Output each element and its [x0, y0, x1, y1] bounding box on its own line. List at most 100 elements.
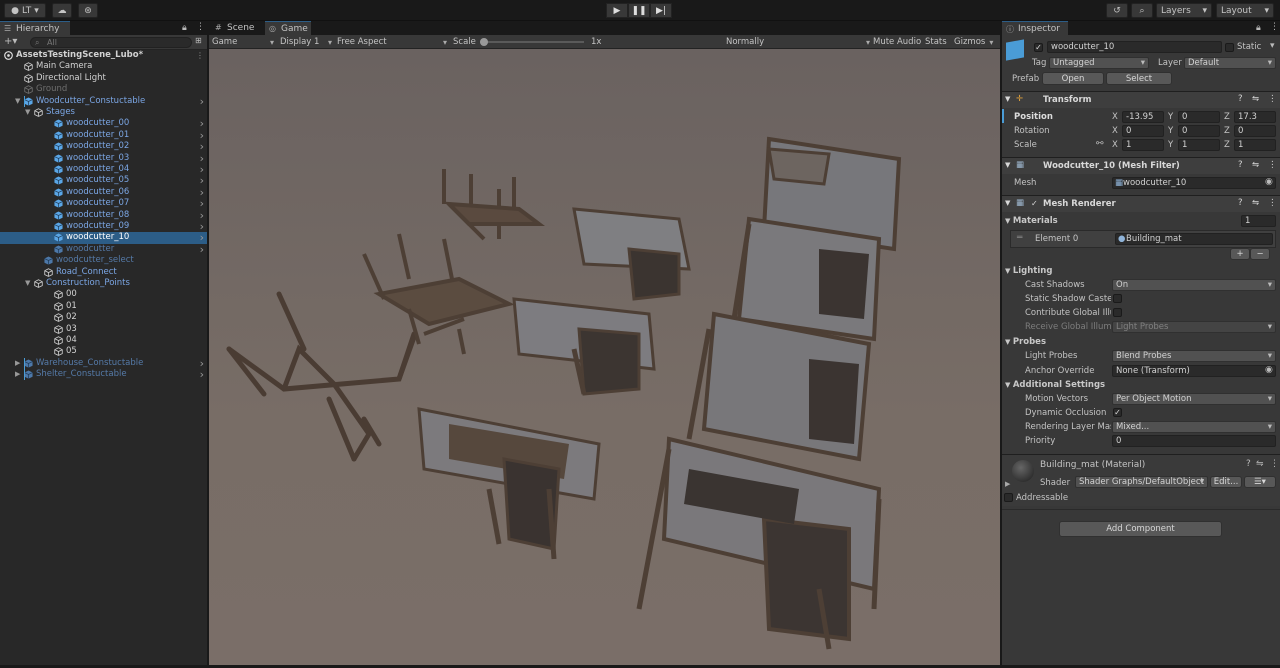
addressable-checkbox[interactable] [1004, 493, 1013, 502]
tab-hierarchy[interactable]: ☰ Hierarchy [0, 21, 70, 35]
constrain-proportions-icon[interactable]: ⚯ [1096, 139, 1104, 149]
transform-header[interactable]: ▼ ✛ Transform ? ⇋ ⋮ [1002, 91, 1280, 108]
display-dropdown[interactable]: Display 1 [280, 35, 332, 49]
hierarchy-row[interactable]: 04 [0, 335, 207, 346]
hierarchy-row[interactable]: woodcutter› [0, 244, 207, 255]
open-prefab-arrow-icon[interactable]: › [200, 141, 204, 152]
hierarchy-row[interactable]: 02 [0, 312, 207, 323]
lock-icon[interactable]: 🔒︎ [1256, 23, 1261, 33]
add-element-button[interactable]: + [1230, 248, 1250, 260]
hierarchy-row[interactable]: woodcutter_07› [0, 198, 207, 209]
rot-y-field[interactable]: 0 [1178, 125, 1220, 137]
hierarchy-row[interactable]: woodcutter_select [0, 255, 207, 266]
help-icon[interactable]: ? [1238, 94, 1243, 104]
open-prefab-arrow-icon[interactable]: › [200, 96, 204, 107]
layout-dropdown[interactable]: Layout ▾ [1216, 3, 1274, 18]
object-name-input[interactable]: woodcutter_10 [1047, 41, 1222, 53]
preset-icon[interactable]: ⇋ [1252, 198, 1259, 208]
object-picker-icon[interactable]: ◉ [1265, 177, 1273, 187]
tab-game[interactable]: ◎ Game [265, 21, 311, 35]
step-button[interactable]: ▶| [650, 3, 672, 18]
lighting-foldout[interactable]: ▼ Lighting [1005, 266, 1052, 276]
kebab-menu-icon[interactable]: ⋮ [1268, 94, 1277, 104]
cast-shadows-dropdown[interactable]: On [1112, 279, 1276, 291]
dynamic-occlusion-checkbox[interactable]: ✓ [1113, 408, 1122, 417]
undo-history-button[interactable]: ↺ [1106, 3, 1128, 18]
play-button[interactable]: ▶ [606, 3, 628, 18]
gizmos-dropdown[interactable]: Gizmos [954, 35, 993, 49]
kebab-menu-icon[interactable]: ⋮ [196, 50, 204, 61]
hierarchy-row[interactable]: woodcutter_02› [0, 141, 207, 152]
scale-slider[interactable] [480, 35, 588, 49]
layer-dropdown[interactable]: Default [1184, 57, 1276, 69]
prefab-select-button[interactable]: Select [1106, 72, 1172, 85]
static-dropdown-icon[interactable]: ▾ [1270, 41, 1275, 51]
mute-audio-button[interactable]: Mute Audio [873, 35, 921, 49]
hierarchy-row[interactable]: ▶Shelter_Constuctable› [0, 369, 207, 380]
rot-x-field[interactable]: 0 [1122, 125, 1164, 137]
scl-z-field[interactable]: 1 [1234, 139, 1276, 151]
remove-element-button[interactable]: − [1250, 248, 1270, 260]
hierarchy-row[interactable]: woodcutter_06› [0, 187, 207, 198]
hierarchy-row[interactable]: woodcutter_05› [0, 175, 207, 186]
scl-x-field[interactable]: 1 [1122, 139, 1164, 151]
preset-icon[interactable]: ⇋ [1252, 160, 1259, 170]
stats-button[interactable]: Stats [925, 35, 947, 49]
anchor-override-field[interactable]: None (Transform) [1112, 365, 1276, 377]
tab-scene[interactable]: # Scene [211, 21, 261, 35]
collab-button[interactable]: ⊛ [78, 3, 98, 18]
enabled-check-icon[interactable]: ✓ [1031, 199, 1038, 208]
game-mode-dropdown[interactable]: Game [212, 35, 274, 49]
help-icon[interactable]: ? [1238, 198, 1243, 208]
open-prefab-arrow-icon[interactable]: › [200, 198, 204, 209]
hierarchy-row[interactable]: Main Camera [0, 61, 207, 72]
hierarchy-search-input[interactable]: ⌕ All [30, 37, 192, 48]
pos-z-field[interactable]: 17.3 [1234, 111, 1276, 123]
hierarchy-row[interactable]: ▼Stages [0, 107, 207, 118]
material-field[interactable]: ● Building_mat [1115, 233, 1273, 245]
hierarchy-row[interactable]: woodcutter_10› [0, 232, 207, 243]
search-button[interactable]: ⌕ [1131, 3, 1153, 18]
hierarchy-row[interactable]: ▼Woodcutter_Constuctable› [0, 96, 207, 107]
kebab-menu-icon[interactable]: ⋮ [1268, 198, 1277, 208]
static-shadow-checkbox[interactable] [1113, 294, 1122, 303]
materials-count-field[interactable]: 1 [1241, 215, 1276, 227]
aspect-dropdown[interactable]: Free Aspect [337, 35, 447, 49]
kebab-menu-icon[interactable]: ⋮ [1270, 22, 1279, 32]
open-prefab-arrow-icon[interactable]: › [200, 244, 204, 255]
hierarchy-row[interactable]: ▶Warehouse_Constuctable› [0, 358, 207, 369]
motion-vectors-dropdown[interactable]: Per Object Motion [1112, 393, 1276, 405]
shader-menu-button[interactable]: ☰▾ [1244, 476, 1276, 488]
add-icon[interactable]: +▾ [4, 36, 17, 47]
collapse-icon[interactable]: ▶ [1005, 480, 1010, 488]
expand-arrow-icon[interactable]: ▼ [25, 278, 30, 289]
shader-dropdown[interactable]: Shader Graphs/DefaultObject [1075, 476, 1208, 488]
pos-x-field[interactable]: -13.95 [1122, 111, 1164, 123]
hierarchy-row[interactable]: 05 [0, 346, 207, 357]
preset-icon[interactable]: ⇋ [1256, 459, 1264, 469]
hierarchy-row[interactable]: Directional Light [0, 73, 207, 84]
kebab-menu-icon[interactable]: ⋮ [196, 22, 205, 32]
hierarchy-row[interactable]: 03 [0, 324, 207, 335]
layers-dropdown[interactable]: Layers ▾ [1156, 3, 1212, 18]
cloud-button[interactable]: ☁ [52, 3, 72, 18]
priority-field[interactable]: 0 [1112, 435, 1276, 447]
scale-slider-thumb[interactable] [480, 38, 488, 46]
contribute-gi-checkbox[interactable] [1113, 308, 1122, 317]
hierarchy-row[interactable]: woodcutter_04› [0, 164, 207, 175]
hierarchy-row[interactable]: woodcutter_01› [0, 130, 207, 141]
rot-z-field[interactable]: 0 [1234, 125, 1276, 137]
mesh-renderer-header[interactable]: ▼ ▦ ✓ Mesh Renderer ? ⇋ ⋮ [1002, 195, 1280, 212]
shader-edit-button[interactable]: Edit... [1210, 476, 1242, 488]
hierarchy-row[interactable]: 01 [0, 301, 207, 312]
mesh-field[interactable]: ▦ woodcutter_10 [1112, 177, 1276, 189]
kebab-menu-icon[interactable]: ⋮ [1270, 459, 1279, 469]
hierarchy-row[interactable]: 00 [0, 289, 207, 300]
preset-icon[interactable]: ⇋ [1252, 94, 1259, 104]
account-dropdown[interactable]: ● LT ▾ [4, 3, 46, 18]
hierarchy-row[interactable]: woodcutter_03› [0, 153, 207, 164]
tab-inspector[interactable]: ⓘ Inspector [1002, 21, 1068, 35]
game-viewport[interactable] [209, 49, 1000, 665]
materials-foldout[interactable]: ▼ Materials [1005, 216, 1058, 226]
help-icon[interactable]: ? [1246, 459, 1251, 469]
